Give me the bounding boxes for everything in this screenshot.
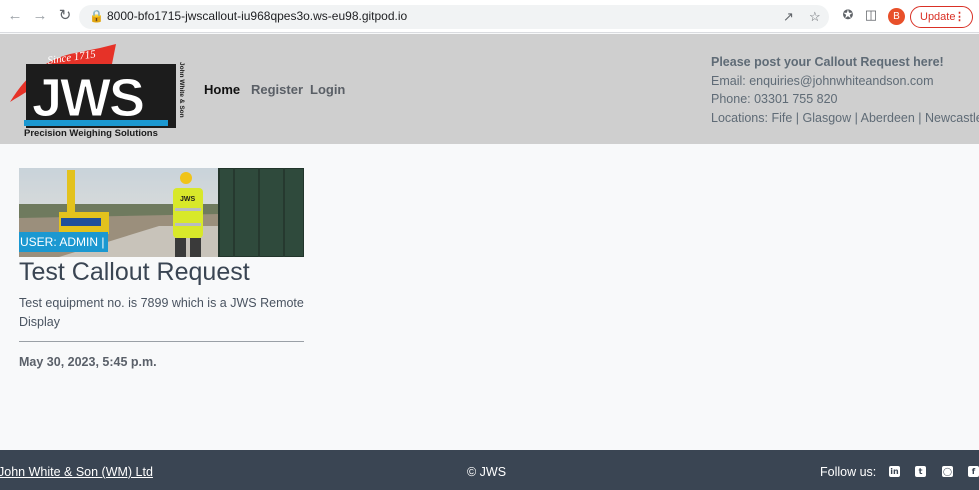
callout-title[interactable]: Test Callout Request [19, 258, 250, 287]
callout-card[interactable]: JWS USER: ADMIN | Test Callout Request T… [19, 168, 304, 369]
reload-icon[interactable]: ↻ [55, 6, 75, 26]
nav-register-link[interactable]: Register [251, 82, 303, 97]
logo-brand-text: JWS [32, 68, 143, 128]
update-button[interactable]: Update ⋮ [910, 6, 973, 28]
profile-avatar[interactable]: B [888, 8, 905, 25]
side-panel-icon[interactable]: ◫ [863, 7, 879, 23]
forward-arrow-icon[interactable]: → [30, 6, 50, 26]
site-header: Since 1715 JWS John White & Son Precisio… [0, 34, 979, 144]
instagram-icon[interactable]: ◯ [942, 466, 953, 477]
callout-image: JWS USER: ADMIN | [19, 168, 304, 257]
vest-text: JWS [180, 196, 196, 203]
nav-home-link[interactable]: Home [204, 82, 240, 97]
contact-phone: Phone: 03301 755 820 [711, 92, 838, 106]
card-divider [19, 341, 304, 342]
kebab-menu-icon[interactable]: ⋮ [954, 7, 965, 27]
copyright-text: © JWS [467, 465, 507, 479]
nav-login-link[interactable]: Login [310, 82, 345, 97]
follow-us-label: Follow us: [820, 465, 877, 479]
contact-email: Email: enquiries@johnwhiteandson.com [711, 73, 934, 88]
update-label: Update [920, 11, 956, 23]
facebook-icon[interactable]: f [968, 466, 979, 477]
callout-date: May 30, 2023, 5:45 p.m. [19, 355, 157, 369]
linkedin-icon[interactable]: in [889, 466, 900, 477]
twitter-icon[interactable]: t [915, 466, 926, 477]
user-badge: USER: ADMIN | [19, 232, 109, 252]
logo-side-text: John White & Son [178, 62, 185, 118]
extensions-icon[interactable]: ✪ [840, 7, 856, 23]
url-text[interactable]: 8000-bfo1715-jwscallout-iu968qpes3o.ws-e… [107, 9, 407, 23]
browser-toolbar: ← → ↻ 🔒 8000-bfo1715-jwscallout-iu968qpe… [0, 0, 979, 33]
lock-icon[interactable]: 🔒 [89, 9, 104, 23]
callout-cta: Please post your Callout Request here! [711, 55, 944, 69]
jws-logo[interactable]: Since 1715 JWS John White & Son Precisio… [8, 42, 193, 138]
contact-locations: Locations: Fife | Glasgow | Aberdeen | N… [711, 110, 979, 125]
star-icon[interactable]: ☆ [809, 9, 821, 25]
company-link[interactable]: John White & Son (WM) Ltd [0, 465, 153, 479]
back-arrow-icon[interactable]: ← [5, 6, 25, 26]
address-bar[interactable]: 🔒 8000-bfo1715-jwscallout-iu968qpes3o.ws… [79, 5, 829, 29]
site-footer: John White & Son (WM) Ltd © JWS Follow u… [0, 450, 979, 490]
callout-description: Test equipment no. is 7899 which is a JW… [19, 296, 304, 329]
contact-info: Please post your Callout Request here! E… [711, 53, 979, 127]
logo-tagline: Precision Weighing Solutions [24, 128, 158, 138]
share-icon[interactable]: ↗ [783, 9, 794, 25]
